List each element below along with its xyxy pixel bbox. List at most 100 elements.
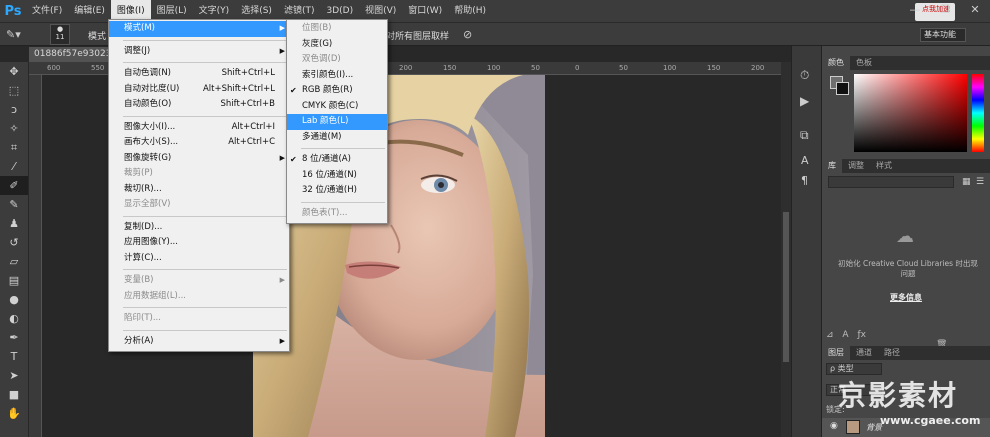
marquee-tool-icon[interactable]: ⬚ xyxy=(0,81,28,100)
scroll-thumb[interactable] xyxy=(783,212,789,362)
menu-item[interactable]: 图像旋转(G) ▶ xyxy=(109,151,289,167)
submenu-arrow-icon: ▶ xyxy=(279,276,285,284)
tab-adjustments[interactable]: 调整 xyxy=(842,159,870,173)
menu-item-label: 颜色表(T)... xyxy=(302,207,348,218)
menu-9[interactable]: 窗口(W) xyxy=(402,0,448,22)
character-panel-icon[interactable]: A xyxy=(801,154,809,167)
menu-item[interactable]: 自动颜色(O) Shift+Ctrl+B xyxy=(109,97,289,113)
menu-item-label: 灰度(G) xyxy=(302,38,333,49)
watermark-title: 京影素材 xyxy=(838,379,959,412)
menu-1[interactable]: 编辑(E) xyxy=(68,0,111,22)
brush-preset-picker[interactable]: ● 11 xyxy=(50,24,70,45)
library-select[interactable] xyxy=(828,176,954,188)
menu-item[interactable]: 32 位/通道(H) xyxy=(287,183,387,199)
vertical-scrollbar[interactable] xyxy=(781,62,791,437)
menu-item[interactable]: 索引颜色(I)... xyxy=(287,68,387,84)
path-select-icon[interactable]: ➤ xyxy=(0,366,28,385)
eraser-icon[interactable]: ▱ xyxy=(0,252,28,271)
eyedropper-icon[interactable]: ⁄ xyxy=(0,157,28,176)
close-icon[interactable]: ✕ xyxy=(960,0,990,20)
menu-item[interactable]: 分析(A) ▶ xyxy=(109,334,289,350)
menu-item-shortcut: Shift+Ctrl+B xyxy=(220,99,275,109)
menu-item[interactable]: 自动色调(N) Shift+Ctrl+L xyxy=(109,66,289,82)
actions-panel-icon[interactable]: ▶ xyxy=(800,94,809,108)
menu-0[interactable]: 文件(F) xyxy=(26,0,68,22)
menu-item[interactable]: 调整(J) ▶ xyxy=(109,44,289,60)
menu-10[interactable]: 帮助(H) xyxy=(448,0,492,22)
brush-tool-icon-2[interactable]: ✎ xyxy=(0,195,28,214)
more-info-link[interactable]: 更多信息 xyxy=(890,292,922,303)
menu-item[interactable]: Lab 颜色(L) xyxy=(287,114,387,130)
toolbox: ✥ ⬚ ↄ ✧ ⌗ ⁄ ✐ ✎ ♟ ↺ ▱ ▤ ● ◐ ✒ T ➤ ■ ✋ xyxy=(0,62,28,437)
menu-item[interactable]: 计算(C)... xyxy=(109,251,289,267)
type-tool-icon[interactable]: T xyxy=(0,347,28,366)
brush-tool-icon[interactable]: ✎▾ xyxy=(6,28,28,42)
menu-separator xyxy=(123,329,287,331)
menu-item[interactable]: 模式(M) ▶ xyxy=(109,21,289,37)
quick-select-icon[interactable]: ✧ xyxy=(0,119,28,138)
minimize-icon[interactable]: — xyxy=(900,0,930,20)
menu-item[interactable]: 多通道(M) xyxy=(287,130,387,146)
menu-item[interactable]: 灰度(G) xyxy=(287,37,387,53)
tab-layers[interactable]: 图层 xyxy=(822,346,850,360)
menu-separator xyxy=(301,201,385,203)
blur-icon[interactable]: ● xyxy=(0,290,28,309)
lasso-tool-icon[interactable]: ↄ xyxy=(0,100,28,119)
menu-item-label: 显示全部(V) xyxy=(124,199,171,209)
tab-color[interactable]: 颜色 xyxy=(822,56,850,70)
clone-source-icon[interactable]: ⧉ xyxy=(800,128,809,143)
history-panel-icon[interactable]: ⏱ xyxy=(800,68,809,83)
hand-tool-icon[interactable]: ✋ xyxy=(0,404,28,423)
menu-item-label: 位图(B) xyxy=(302,23,332,33)
tab-paths[interactable]: 路径 xyxy=(878,346,906,360)
pressure-icon[interactable]: ⊘ xyxy=(463,28,472,41)
add-library-icon[interactable]: ⊿ xyxy=(826,330,834,340)
menu-item[interactable]: CMYK 颜色(C) xyxy=(287,99,387,115)
menu-item[interactable]: 裁切(R)... xyxy=(109,182,289,198)
ruler-tick: 50 xyxy=(531,64,540,72)
text-icon[interactable]: A xyxy=(842,330,848,340)
ruler-tick: 100 xyxy=(487,64,501,72)
menu-item[interactable]: 复制(D)... xyxy=(109,220,289,236)
menu-item[interactable]: 应用图像(Y)... xyxy=(109,235,289,251)
menu-item[interactable]: ✔ RGB 颜色(R) xyxy=(287,83,387,99)
sample-all-layers-option[interactable]: 对所有图层取样 xyxy=(386,29,449,42)
gradient-icon[interactable]: ▤ xyxy=(0,271,28,290)
menu-item[interactable]: 自动对比度(U) Alt+Shift+Ctrl+L xyxy=(109,82,289,98)
grid-view-icon[interactable]: ▦ xyxy=(962,177,971,187)
submenu-arrow-icon: ▶ xyxy=(279,24,285,32)
paragraph-panel-icon[interactable]: ¶ xyxy=(801,174,808,187)
menu-separator xyxy=(301,148,385,149)
dodge-icon[interactable]: ◐ xyxy=(0,309,28,328)
menu-item: 应用数据组(L)... xyxy=(109,289,289,305)
tab-swatches[interactable]: 色板 xyxy=(850,56,878,70)
pen-icon[interactable]: ✒ xyxy=(0,328,28,347)
tab-channels[interactable]: 通道 xyxy=(850,346,878,360)
tab-styles[interactable]: 样式 xyxy=(870,159,898,173)
history-brush-icon[interactable]: ↺ xyxy=(0,233,28,252)
move-tool-icon[interactable]: ✥ xyxy=(0,62,28,81)
hue-slider[interactable] xyxy=(972,74,984,152)
ruler-tick: 0 xyxy=(575,64,580,72)
ruler-tick: 550 xyxy=(91,64,105,72)
color-field[interactable] xyxy=(854,74,967,152)
menu-item[interactable]: 图像大小(I)... Alt+Ctrl+I xyxy=(109,120,289,136)
healing-brush-icon[interactable]: ✐ xyxy=(0,176,28,195)
menu-item-label: RGB 颜色(R) xyxy=(302,85,353,95)
background-color[interactable] xyxy=(836,82,849,95)
document-tab[interactable]: 01886f57e930230 xyxy=(29,47,119,62)
list-view-icon[interactable]: ☰ xyxy=(976,177,984,187)
menu-item[interactable]: 16 位/通道(N) xyxy=(287,168,387,184)
menu-separator xyxy=(123,62,287,63)
menu-item[interactable]: 画布大小(S)... Alt+Ctrl+C xyxy=(109,135,289,151)
visibility-eye-icon[interactable]: ◉ xyxy=(830,421,838,431)
maximize-icon[interactable]: ❐ xyxy=(930,0,960,20)
mode-label: 模式 xyxy=(88,32,107,42)
fx-icon[interactable]: ƒx xyxy=(857,330,866,340)
crop-tool-icon[interactable]: ⌗ xyxy=(0,138,28,157)
shape-tool-icon[interactable]: ■ xyxy=(0,385,28,404)
workspace-select[interactable]: 基本功能 xyxy=(920,28,966,42)
menu-item[interactable]: ✔ 8 位/通道(A) xyxy=(287,152,387,168)
stamp-tool-icon[interactable]: ♟ xyxy=(0,214,28,233)
tab-libraries[interactable]: 库 xyxy=(822,159,842,173)
